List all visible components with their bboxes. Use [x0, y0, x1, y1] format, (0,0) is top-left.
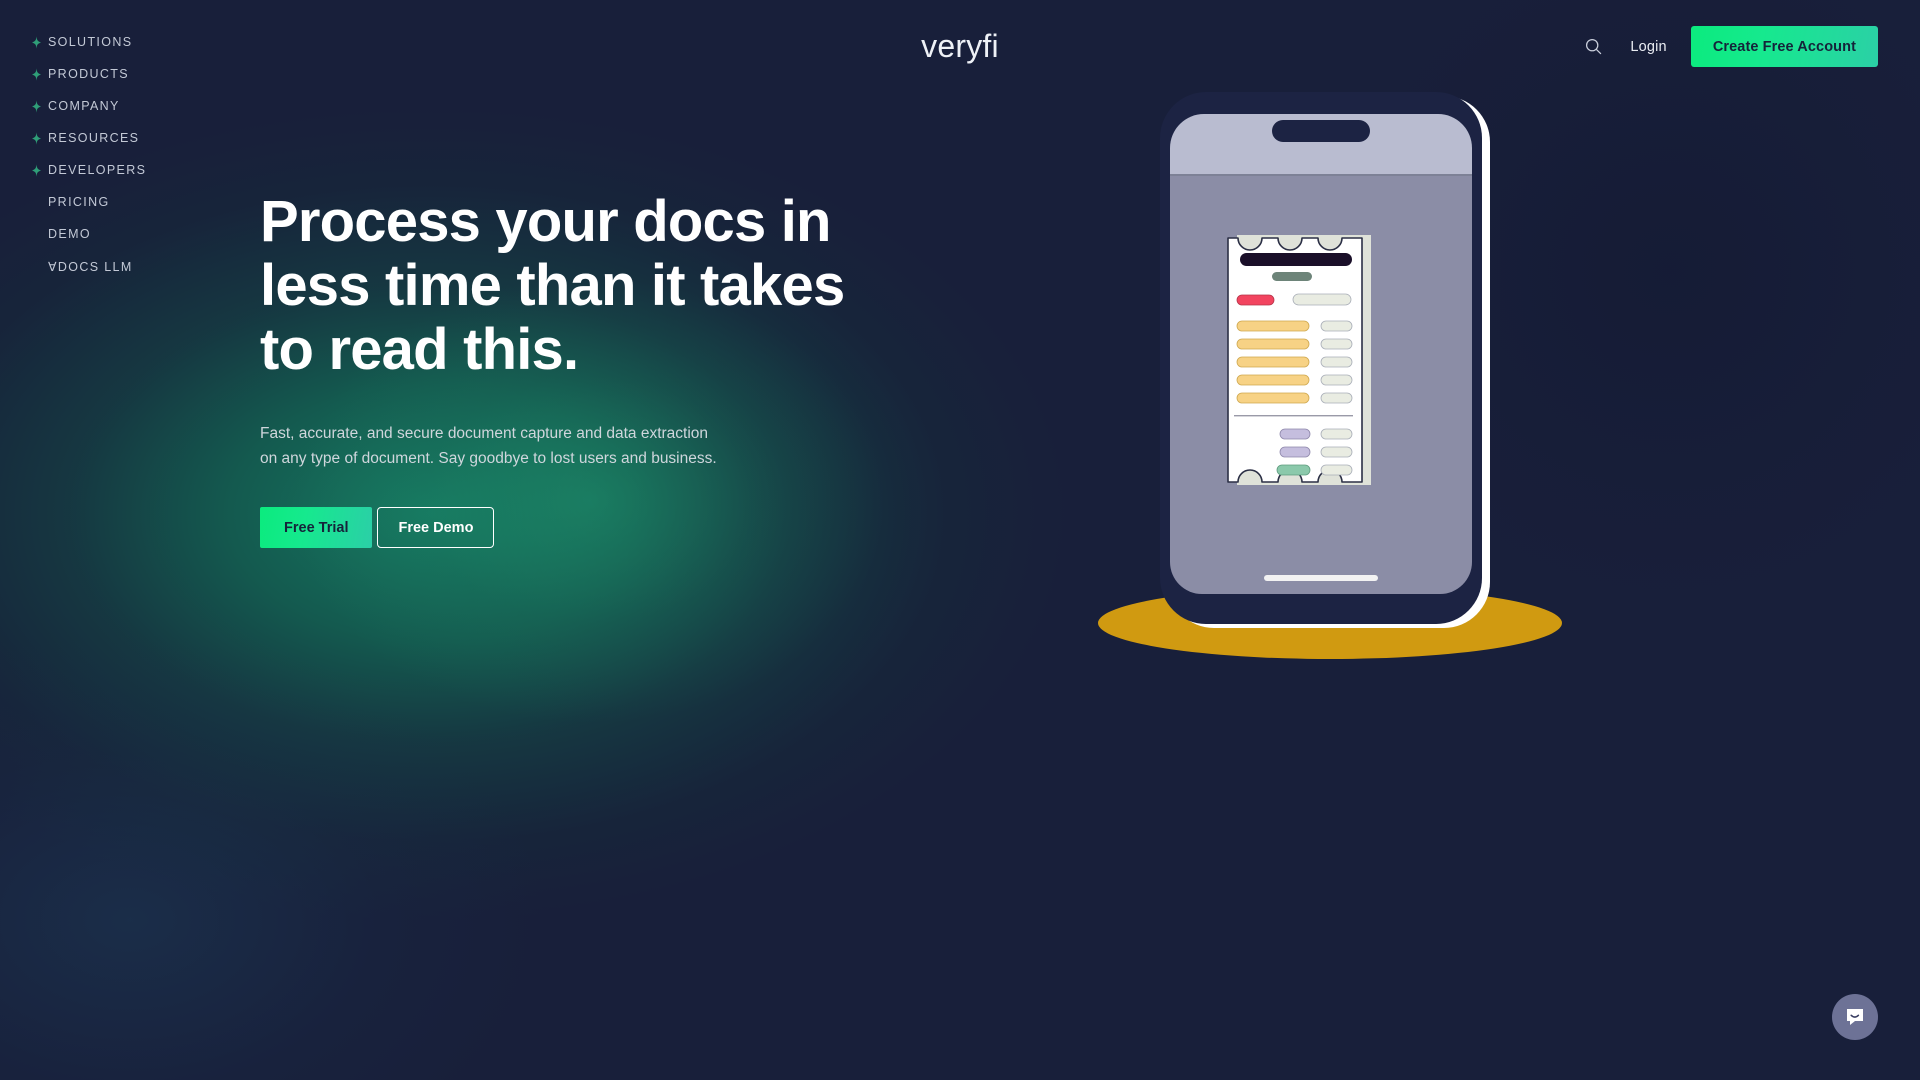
header-actions: Login Create Free Account: [1576, 26, 1878, 67]
hero-subtitle: Fast, accurate, and secure document capt…: [260, 425, 717, 467]
receipt-accent-red: [1236, 294, 1275, 306]
sidebar-item-company[interactable]: COMPANY: [0, 90, 260, 122]
search-icon[interactable]: [1576, 30, 1610, 64]
sidebar-item-demo[interactable]: DEMO: [0, 218, 260, 250]
sidebar-item-solutions[interactable]: SOLUTIONS: [0, 26, 260, 58]
free-trial-button[interactable]: Free Trial: [260, 507, 373, 548]
receipt-subheader-bar: [1272, 272, 1312, 281]
receipt-header-bar: [1240, 253, 1352, 266]
sidebar-item-label: DEVELOPERS: [48, 163, 147, 177]
chat-bubble-icon[interactable]: [1832, 994, 1878, 1040]
sidebar-item-docs-llm[interactable]: ∀DOCS LLM: [0, 250, 260, 282]
background-glow-left: [0, 540, 680, 1080]
sidebar-item-label: DEMO: [48, 227, 91, 241]
sidebar-nav: SOLUTIONS PRODUCTS COMPANY RESOURCES DEVELOP…: [0, 0, 260, 282]
sidebar-item-label: PRODUCTS: [48, 67, 129, 81]
sidebar-item-products[interactable]: PRODUCTS: [0, 58, 260, 90]
sparkle-icon: [30, 35, 43, 49]
receipt: [1227, 235, 1371, 485]
sidebar-item-pricing[interactable]: PRICING: [0, 186, 260, 218]
sparkle-icon: [30, 67, 43, 81]
sparkle-icon: [30, 99, 43, 113]
sidebar-item-label: SOLUTIONS: [48, 35, 133, 49]
sidebar-item-developers[interactable]: DEVELOPERS: [0, 154, 260, 186]
sidebar-item-label: COMPANY: [48, 99, 120, 113]
create-free-account-button[interactable]: Create Free Account: [1690, 26, 1878, 67]
sparkle-icon: [30, 163, 43, 177]
free-demo-button[interactable]: Free Demo: [377, 507, 495, 548]
hero-section: Process your docs in less time than it t…: [260, 190, 960, 548]
phone-notch: [1272, 120, 1370, 142]
sparkle-icon: [30, 131, 43, 145]
receipt-accent-right: [1292, 293, 1352, 306]
phone-with-receipt-illustration: [1040, 90, 1660, 790]
page-title: Process your docs in less time than it t…: [260, 189, 845, 382]
hero-buttons: Free Trial Free Demo: [260, 507, 960, 548]
veryfi-logo[interactable]: veryfi: [921, 28, 999, 65]
sidebar-item-label: RESOURCES: [48, 131, 140, 145]
sidebar-item-label: PRICING: [48, 195, 110, 209]
home-indicator: [1264, 575, 1378, 581]
login-link[interactable]: Login: [1630, 39, 1666, 55]
sidebar-item-resources[interactable]: RESOURCES: [0, 122, 260, 154]
sidebar-item-label: ∀DOCS LLM: [48, 259, 133, 274]
page-root: SOLUTIONS PRODUCTS COMPANY RESOURCES DEVELOP…: [0, 0, 1920, 1080]
receipt-divider: [1234, 415, 1353, 417]
